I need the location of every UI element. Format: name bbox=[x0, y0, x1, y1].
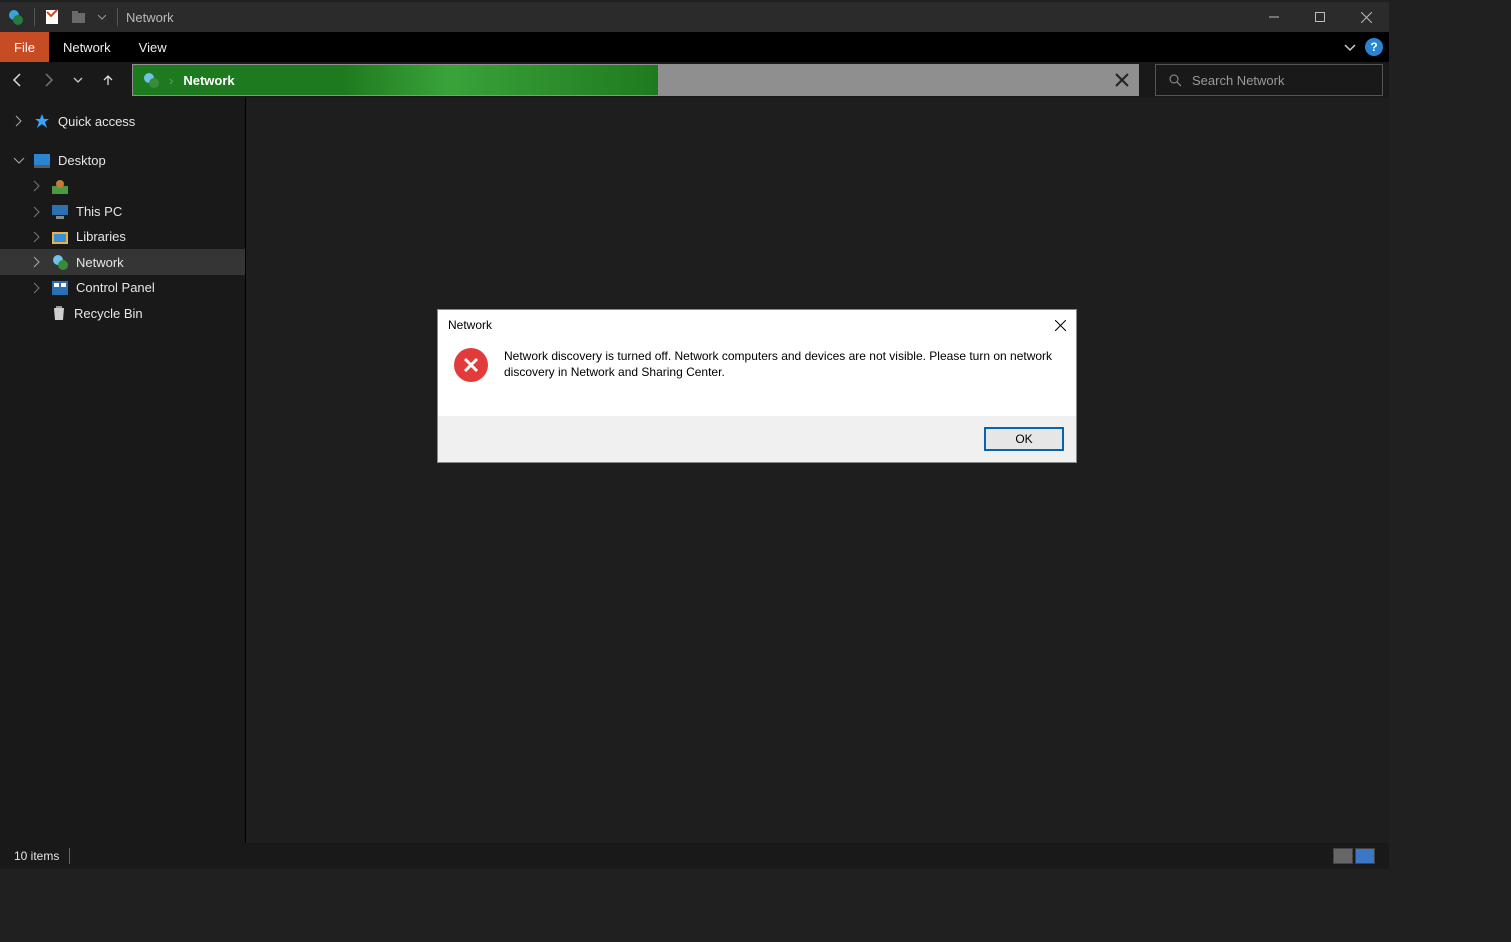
network-icon bbox=[143, 72, 159, 88]
separator bbox=[34, 8, 35, 26]
dialog-close-button[interactable] bbox=[1055, 320, 1066, 331]
stop-refresh-button[interactable] bbox=[1106, 64, 1138, 96]
nav-bar: › Network Search Network bbox=[0, 62, 1389, 98]
maximize-button[interactable] bbox=[1297, 2, 1343, 32]
tab-view[interactable]: View bbox=[125, 32, 181, 62]
address-progress: › Network bbox=[133, 65, 658, 95]
desktop-icon bbox=[34, 154, 50, 168]
error-dialog: Network Network discovery is turned off.… bbox=[437, 309, 1077, 463]
sidebar-item-label: Recycle Bin bbox=[74, 306, 143, 321]
forward-button[interactable] bbox=[36, 68, 60, 92]
close-button[interactable] bbox=[1343, 2, 1389, 32]
sidebar-item-user[interactable] bbox=[0, 173, 245, 199]
search-placeholder: Search Network bbox=[1192, 73, 1284, 88]
libraries-icon bbox=[52, 230, 68, 244]
dialog-titlebar[interactable]: Network bbox=[438, 310, 1076, 340]
recyclebin-icon bbox=[52, 305, 66, 321]
up-button[interactable] bbox=[96, 68, 120, 92]
back-button[interactable] bbox=[6, 68, 30, 92]
sidebar-item-libraries[interactable]: Libraries bbox=[0, 224, 245, 249]
ribbon-tabs: File Network View ? bbox=[0, 32, 1389, 62]
sidebar-item-label: This PC bbox=[76, 204, 122, 219]
separator bbox=[69, 848, 70, 864]
controlpanel-icon bbox=[52, 281, 68, 295]
sidebar-item-desktop[interactable]: Desktop bbox=[0, 148, 245, 173]
search-box[interactable]: Search Network bbox=[1155, 64, 1383, 96]
recent-locations-icon[interactable] bbox=[66, 68, 90, 92]
dialog-footer: OK bbox=[438, 416, 1076, 462]
body: Quick access Desktop This PC Lib bbox=[0, 98, 1389, 843]
search-icon bbox=[1168, 73, 1182, 87]
network-icon bbox=[52, 254, 68, 270]
sidebar-item-quickaccess[interactable]: Quick access bbox=[0, 108, 245, 134]
collapse-ribbon-icon[interactable] bbox=[1343, 40, 1357, 54]
sidebar-item-label: Quick access bbox=[58, 114, 135, 129]
properties-icon[interactable] bbox=[45, 9, 61, 25]
status-items: 10 items bbox=[14, 849, 59, 863]
dialog-title: Network bbox=[448, 318, 492, 332]
icons-view-button[interactable] bbox=[1355, 848, 1375, 864]
ok-button[interactable]: OK bbox=[984, 427, 1064, 451]
sidebar-item-thispc[interactable]: This PC bbox=[0, 199, 245, 224]
user-icon bbox=[52, 178, 68, 194]
chevron-right-icon: › bbox=[169, 73, 173, 88]
navigation-pane[interactable]: Quick access Desktop This PC Lib bbox=[0, 98, 246, 843]
pc-icon bbox=[52, 205, 68, 219]
content-area[interactable] bbox=[246, 98, 1389, 843]
new-folder-icon[interactable] bbox=[71, 9, 87, 25]
tab-network[interactable]: Network bbox=[49, 32, 125, 62]
sidebar-item-label: Libraries bbox=[76, 229, 126, 244]
error-icon bbox=[454, 348, 488, 382]
star-icon bbox=[34, 113, 50, 129]
separator bbox=[117, 8, 118, 26]
titlebar[interactable]: Network bbox=[0, 2, 1389, 32]
sidebar-item-network[interactable]: Network bbox=[0, 249, 245, 275]
dialog-body: Network discovery is turned off. Network… bbox=[438, 340, 1076, 416]
details-view-button[interactable] bbox=[1333, 848, 1353, 864]
address-bar[interactable]: › Network bbox=[132, 64, 1139, 96]
sidebar-item-controlpanel[interactable]: Control Panel bbox=[0, 275, 245, 300]
sidebar-item-recyclebin[interactable]: Recycle Bin bbox=[0, 300, 245, 326]
status-bar: 10 items bbox=[0, 843, 1389, 869]
app-icon bbox=[8, 9, 24, 25]
file-tab[interactable]: File bbox=[0, 32, 49, 62]
dialog-message: Network discovery is turned off. Network… bbox=[504, 348, 1060, 408]
minimize-button[interactable] bbox=[1251, 2, 1297, 32]
sidebar-item-label: Network bbox=[76, 255, 124, 270]
qat-dropdown-icon[interactable] bbox=[97, 12, 107, 22]
view-mode-buttons bbox=[1333, 848, 1375, 864]
sidebar-item-label: Control Panel bbox=[76, 280, 155, 295]
help-icon[interactable]: ? bbox=[1365, 38, 1383, 56]
address-text: Network bbox=[183, 73, 234, 88]
window-controls bbox=[1251, 2, 1389, 32]
window-title: Network bbox=[126, 10, 174, 25]
sidebar-item-label: Desktop bbox=[58, 153, 106, 168]
quick-access-toolbar bbox=[0, 8, 118, 26]
